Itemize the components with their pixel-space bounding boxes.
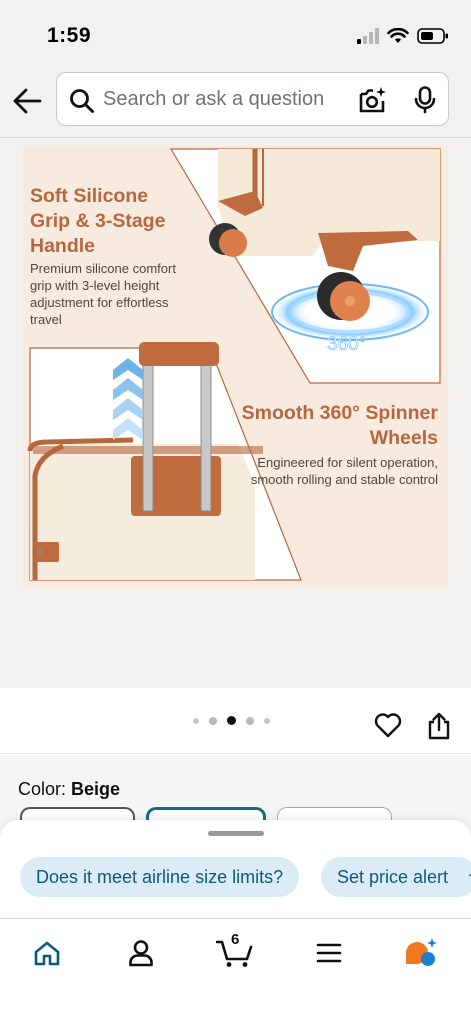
status-bar: 1:59: [0, 0, 471, 62]
wheels-feature-title: Smooth 360° Spinner Wheels: [241, 402, 438, 449]
camera-search-icon[interactable]: [358, 86, 388, 114]
product-image-gallery[interactable]: 360° Soft Silicone Grip & 3-Stage Handle…: [0, 138, 471, 688]
color-label-prefix: Color:: [18, 779, 67, 799]
handle-feature-description: Premium silicone comfort grip with 3-lev…: [30, 261, 176, 327]
bottom-navigation: 6: [0, 918, 471, 1020]
search-input[interactable]: [103, 83, 323, 115]
nav-cart[interactable]: 6: [215, 931, 255, 971]
price-alert-label: Set price alert: [337, 867, 449, 887]
wheels-feature-description: Engineered for silent operation, smooth …: [250, 455, 438, 487]
pagination-dot-active[interactable]: [227, 716, 236, 725]
search-icon: [70, 89, 94, 113]
header: [0, 62, 471, 138]
suggestion-chip-price-alert[interactable]: Set price alert ✦: [321, 857, 471, 897]
nav-account[interactable]: [123, 935, 159, 971]
color-label: Color: Beige: [18, 779, 120, 800]
wheel-360-label: 360°: [327, 334, 366, 355]
signal-icon: [357, 28, 379, 44]
suggestions-sheet: Does it meet airline size limits? Set pr…: [0, 820, 471, 918]
home-icon: [34, 941, 60, 966]
pagination-dot[interactable]: [193, 717, 199, 724]
rufus-assistant-icon: [406, 938, 437, 966]
product-image[interactable]: 360° Soft Silicone Grip & 3-Stage Handle…: [23, 146, 448, 589]
microphone-icon[interactable]: [414, 86, 436, 114]
share-button[interactable]: [427, 712, 451, 745]
battery-icon: [417, 28, 448, 44]
share-icon: [428, 712, 450, 740]
back-button[interactable]: [10, 84, 44, 118]
nav-menu[interactable]: [311, 935, 347, 971]
nav-rufus-assistant[interactable]: [403, 935, 439, 971]
pagination-dot[interactable]: [246, 716, 254, 725]
heart-icon: [374, 713, 402, 738]
gallery-controls: [0, 688, 471, 754]
cart-count-badge: 6: [231, 931, 240, 948]
nav-home[interactable]: [29, 935, 65, 971]
account-icon: [129, 940, 153, 967]
sparkle-icon: ✦: [467, 857, 471, 897]
status-icons: [357, 26, 449, 46]
image-pagination-dots[interactable]: [193, 716, 270, 725]
selected-color-value: Beige: [71, 779, 121, 799]
pagination-dot[interactable]: [264, 717, 270, 724]
pagination-dot[interactable]: [209, 716, 217, 725]
search-box[interactable]: [56, 72, 449, 126]
hamburger-menu-icon: [316, 943, 342, 963]
handle-feature-title: Soft Silicone Grip & 3-Stage Handle: [30, 185, 166, 257]
status-time: 1:59: [47, 24, 92, 47]
suggestion-chip-airline-size[interactable]: Does it meet airline size limits?: [20, 857, 300, 897]
add-to-list-button[interactable]: [374, 712, 402, 743]
sheet-grabber-handle[interactable]: [208, 831, 264, 836]
wifi-icon: [387, 28, 409, 43]
back-arrow-icon: [13, 88, 42, 114]
